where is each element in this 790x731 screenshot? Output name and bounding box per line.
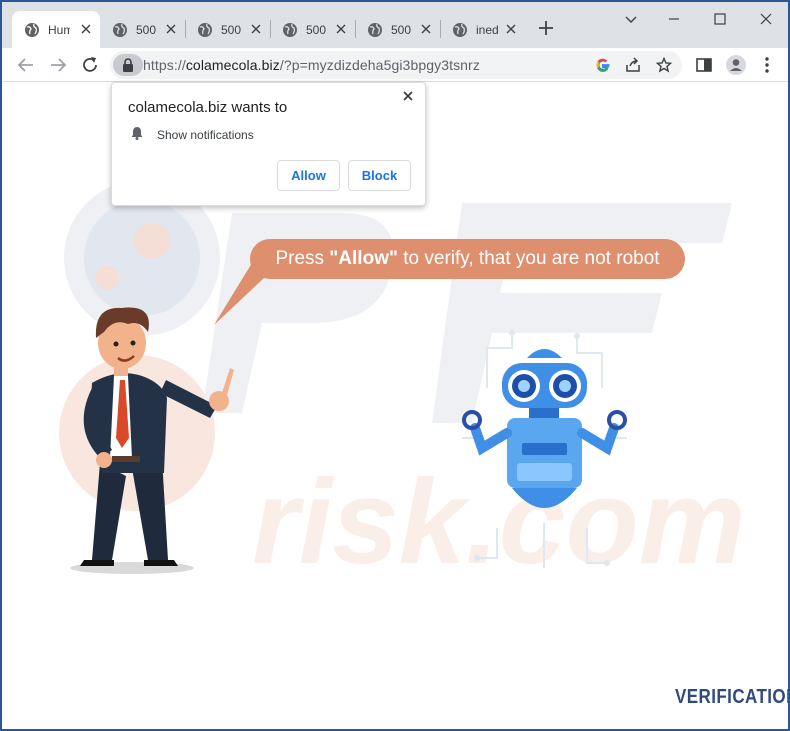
close-icon[interactable] (335, 23, 347, 35)
close-icon[interactable] (401, 89, 415, 103)
tab-title: Hum (48, 22, 70, 37)
close-icon[interactable] (505, 23, 517, 35)
tab-6[interactable]: ined (440, 11, 525, 48)
tab-strip: Hum 500 500 500 500 ined (2, 2, 788, 48)
share-icon[interactable] (625, 57, 641, 73)
google-icon[interactable] (595, 57, 611, 73)
bubble-prefix: Press (275, 248, 330, 269)
address-bar[interactable]: https://colamecola.biz/?p=myzdizdeha5gi3… (110, 51, 682, 79)
url-host: colamecola.biz (185, 57, 280, 73)
side-panel-icon[interactable] (693, 54, 715, 76)
close-icon[interactable] (250, 23, 262, 35)
url-scheme: https:// (143, 57, 186, 73)
globe-icon (368, 22, 382, 37)
browser-window: Hum 500 500 500 500 ined (0, 0, 790, 731)
tab-title: 500 (136, 22, 157, 37)
url-text[interactable]: https://colamecola.biz/?p=myzdizdeha5gi3… (143, 57, 480, 73)
lock-icon (123, 58, 133, 72)
tab-title: 500 (221, 22, 242, 37)
globe-icon (25, 22, 39, 37)
window-close-icon[interactable] (759, 12, 773, 26)
robot-illustration (462, 330, 627, 568)
maximize-icon[interactable] (713, 12, 727, 26)
tab-1[interactable]: Hum (12, 11, 100, 48)
minimize-icon[interactable] (624, 12, 638, 26)
close-icon[interactable] (420, 23, 432, 35)
globe-icon (453, 22, 467, 37)
browser-toolbar: https://colamecola.biz/?p=myzdizdeha5gi3… (2, 48, 788, 82)
back-arrow-icon[interactable] (16, 55, 36, 75)
bubble-suffix: to verify, that you are not robot (397, 248, 660, 269)
url-path: /?p=myzdizdeha5gi3bpgy3tsnrz (279, 57, 480, 73)
dialog-title: colamecola.biz wants to (128, 99, 288, 116)
tab-4[interactable]: 500 (270, 11, 355, 48)
kebab-menu-icon[interactable] (756, 54, 778, 76)
globe-icon (198, 22, 212, 37)
permission-label: Show notifications (157, 128, 254, 142)
tab-title: ined (476, 22, 499, 37)
site-info-button[interactable] (113, 54, 143, 76)
allow-button[interactable]: Allow (277, 160, 340, 191)
tab-3[interactable]: 500 (185, 11, 270, 48)
bubble-emphasis: "Allow" (329, 248, 398, 269)
verification-logo: VERIFICATION (675, 686, 788, 708)
tab-title: 500 (391, 22, 412, 37)
minimize-icon[interactable] (667, 12, 681, 26)
close-icon[interactable] (80, 23, 92, 35)
tab-title: 500 (306, 22, 327, 37)
globe-icon (113, 22, 127, 37)
bell-icon (131, 127, 143, 140)
reload-icon[interactable] (80, 55, 100, 75)
profile-icon[interactable] (725, 54, 747, 76)
tab-5[interactable]: 500 (355, 11, 440, 48)
businessman-illustration (70, 307, 234, 574)
block-button[interactable]: Block (348, 160, 411, 191)
forward-arrow-icon[interactable] (48, 55, 68, 75)
notification-permission-dialog: colamecola.biz wants to Show notificatio… (111, 82, 426, 206)
instruction-bubble: Press "Allow" to verify, that you are no… (250, 239, 685, 279)
plus-icon[interactable] (537, 19, 555, 37)
star-icon[interactable] (656, 57, 672, 73)
close-icon[interactable] (165, 23, 177, 35)
globe-icon (283, 22, 297, 37)
tab-2[interactable]: 500 (100, 11, 185, 48)
